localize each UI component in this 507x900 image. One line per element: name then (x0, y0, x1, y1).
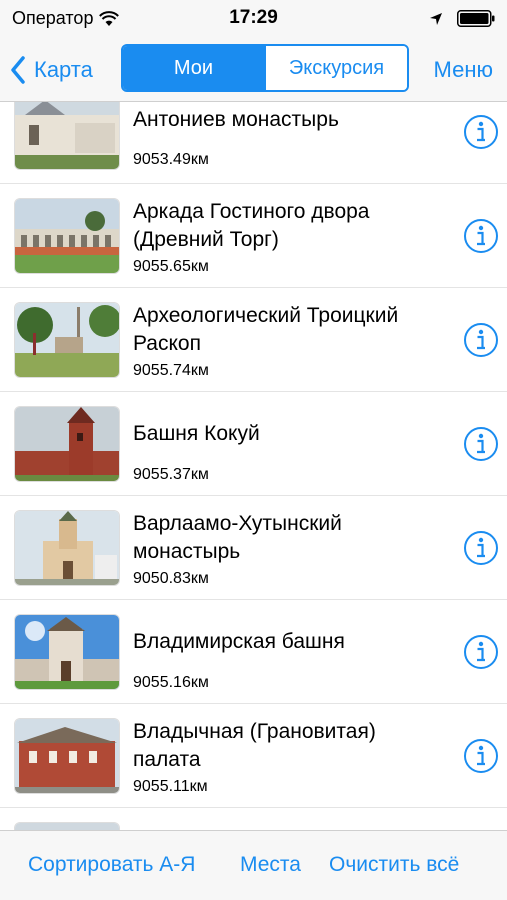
place-thumbnail (14, 102, 120, 170)
list-item[interactable]: Варлаамо-Хутынский монастырь 9050.83км (0, 496, 507, 600)
place-title: Аркада Гостиного двора (Древний Торг) (133, 200, 370, 251)
list-item[interactable]: Аркада Гостиного двора (Древний Торг) 90… (0, 184, 507, 288)
status-bar: Оператор 17:29 (0, 0, 507, 38)
segment-excursion[interactable]: Экскурсия (264, 46, 407, 90)
info-icon[interactable] (463, 426, 499, 462)
places-button[interactable]: Места (240, 853, 301, 877)
bottom-toolbar: Сортировать А-Я Места Очистить всё (0, 830, 507, 900)
place-title: Владычная (Грановитая) палата (133, 720, 376, 771)
menu-button[interactable]: Меню (434, 52, 493, 88)
place-thumbnail (14, 406, 120, 482)
list-item[interactable]: Антониев монастырь 9053.49км (0, 102, 507, 184)
list-item[interactable]: Владычная (Грановитая) палата 9055.11км (0, 704, 507, 808)
sort-button[interactable]: Сортировать А-Я (28, 853, 195, 877)
list-item[interactable]: Археологический Троицкий Раскоп 9055.74к… (0, 288, 507, 392)
place-distance: 9055.11км (133, 778, 208, 795)
places-list[interactable]: Антониев монастырь 9053.49км Аркада Гост… (0, 102, 507, 830)
info-icon[interactable] (463, 114, 499, 150)
info-icon[interactable] (463, 218, 499, 254)
battery-icon (457, 10, 495, 27)
place-thumbnail (14, 302, 120, 378)
info-icon[interactable] (463, 322, 499, 358)
list-item[interactable] (0, 808, 507, 830)
segmented-control: Мои Экскурсия (121, 44, 409, 92)
info-icon[interactable] (463, 634, 499, 670)
place-title: Варлаамо-Хутынский монастырь (133, 512, 342, 563)
place-thumbnail (14, 822, 120, 830)
place-distance: 9053.49км (133, 151, 209, 168)
segment-my[interactable]: Мои (123, 46, 264, 90)
place-title: Археологический Троицкий Раскоп (133, 304, 399, 355)
place-title: Антониев монастырь (133, 108, 339, 131)
place-thumbnail (14, 718, 120, 794)
chevron-left-icon (11, 56, 25, 84)
info-icon[interactable] (463, 530, 499, 566)
location-arrow-icon (430, 12, 442, 25)
list-item[interactable]: Башня Кокуй 9055.37км (0, 392, 507, 496)
place-distance: 9055.74км (133, 362, 209, 379)
list-item[interactable]: Владимирская башня 9055.16км (0, 600, 507, 704)
place-thumbnail (14, 614, 120, 690)
navigation-bar: Карта Мои Экскурсия Меню (0, 38, 507, 102)
place-distance: 9055.37км (133, 466, 209, 483)
back-button-label: Карта (34, 57, 93, 82)
clear-all-button[interactable]: Очистить всё (329, 853, 459, 877)
place-distance: 9050.83км (133, 570, 209, 587)
back-button[interactable]: Карта (10, 52, 93, 88)
place-thumbnail (14, 510, 120, 586)
place-distance: 9055.16км (133, 674, 209, 691)
place-thumbnail (14, 198, 120, 274)
place-distance: 9055.65км (133, 258, 209, 275)
info-icon[interactable] (463, 738, 499, 774)
place-title: Башня Кокуй (133, 422, 260, 445)
place-title: Владимирская башня (133, 630, 345, 653)
